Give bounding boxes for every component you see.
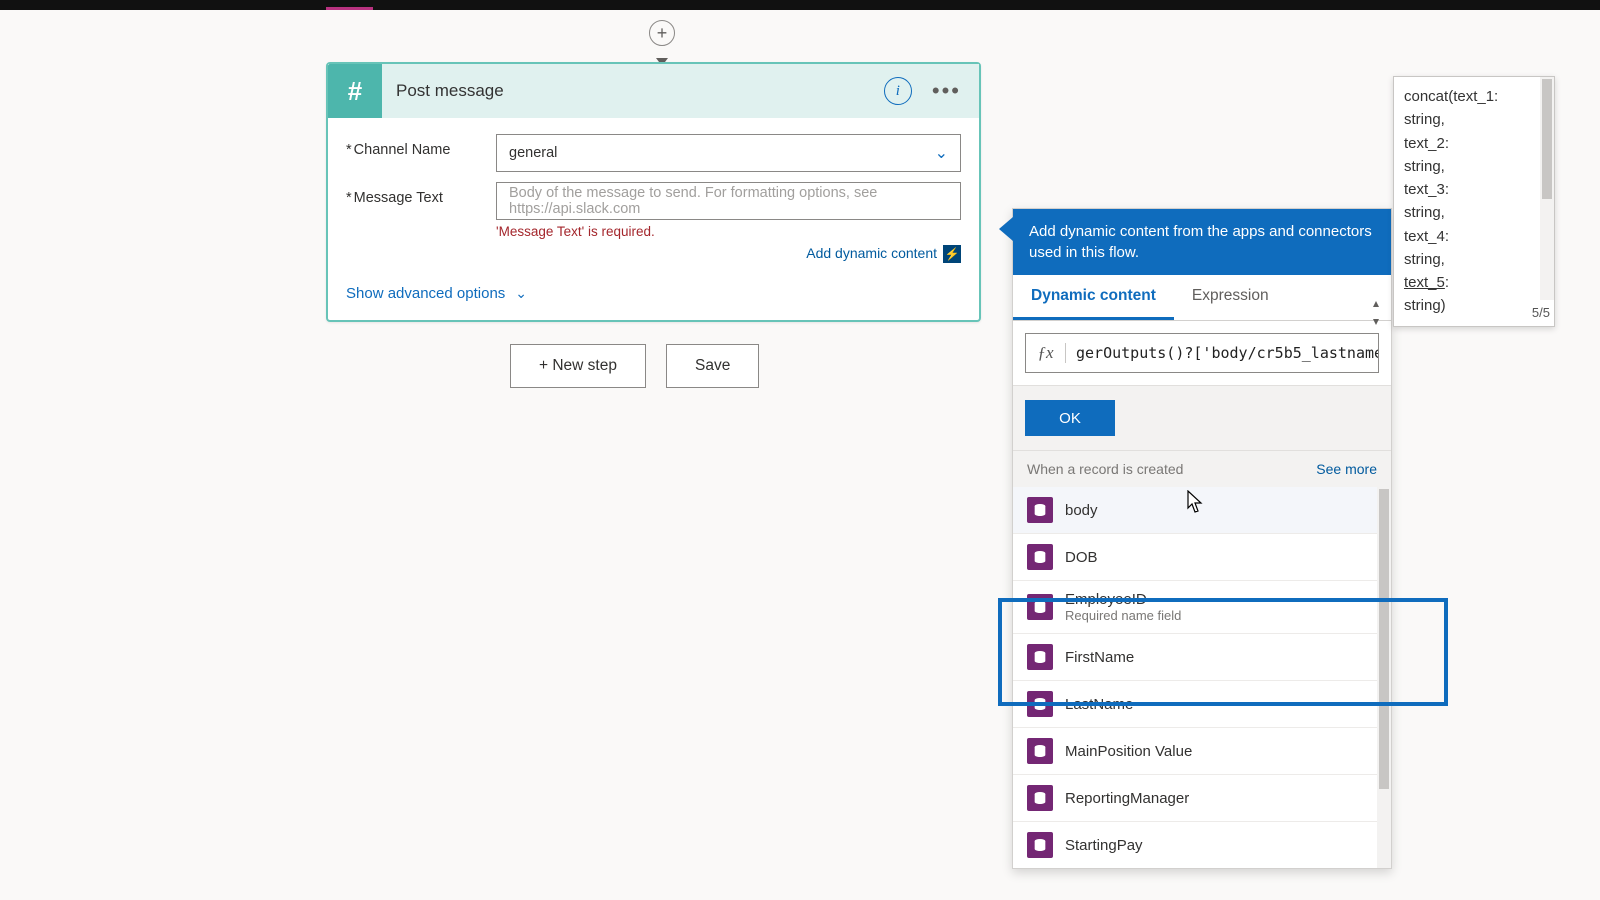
card-menu-button[interactable]: ••• — [928, 78, 965, 104]
expression-input-row: ƒx gerOutputs()?['body/cr5b5_lastname'],… — [1025, 333, 1379, 373]
expression-input[interactable]: gerOutputs()?['body/cr5b5_lastname'], ) — [1066, 344, 1378, 362]
dataverse-icon — [1027, 832, 1053, 858]
dynamic-item-lastname[interactable]: LastName — [1013, 681, 1391, 728]
tooltip-scrollbar[interactable] — [1540, 77, 1554, 300]
message-text-input[interactable]: Body of the message to send. For formatt… — [496, 182, 961, 220]
tooltip-line: string, — [1404, 248, 1544, 271]
field-row-message: *Message Text Body of the message to sen… — [346, 182, 961, 263]
browser-top-bar — [0, 0, 1600, 10]
channel-select[interactable]: general ⌄ — [496, 134, 961, 172]
dataverse-icon — [1027, 594, 1053, 620]
info-icon[interactable]: i — [884, 77, 912, 105]
item-label: body — [1065, 502, 1098, 519]
tab-dynamic-content[interactable]: Dynamic content — [1013, 275, 1174, 320]
tooltip-line: concat(text_1: — [1404, 85, 1544, 108]
tooltip-line: string, — [1404, 155, 1544, 178]
scrollbar-thumb[interactable] — [1379, 489, 1389, 789]
item-label: MainPosition Value — [1065, 743, 1192, 760]
flyout-tabs: Dynamic content Expression — [1013, 275, 1391, 321]
plus-icon[interactable]: + — [649, 20, 675, 46]
item-label: LastName — [1065, 696, 1133, 713]
dynamic-group-header: When a record is created See more — [1013, 451, 1391, 487]
save-button[interactable]: Save — [666, 344, 759, 388]
insert-step-connector[interactable]: + — [649, 20, 675, 64]
dynamic-item-body[interactable]: body — [1013, 487, 1391, 534]
dataverse-icon — [1027, 544, 1053, 570]
slack-icon: # — [328, 64, 382, 118]
new-step-button[interactable]: + New step — [510, 344, 646, 388]
arrow-down-icon — [661, 46, 663, 60]
tooltip-line: text_2: — [1404, 132, 1544, 155]
dynamic-item-mainposition[interactable]: MainPosition Value — [1013, 728, 1391, 775]
action-card-post-message: # Post message i ••• *Channel Name gener… — [326, 62, 981, 322]
dataverse-icon — [1027, 691, 1053, 717]
tab-expression[interactable]: Expression — [1174, 275, 1287, 320]
dataverse-icon — [1027, 738, 1053, 764]
tooltip-line: text_5: — [1404, 271, 1544, 294]
dataverse-icon — [1027, 644, 1053, 670]
item-label: StartingPay — [1065, 837, 1143, 854]
flow-footer-buttons: + New step Save — [510, 344, 759, 388]
card-header[interactable]: # Post message i ••• — [328, 64, 979, 118]
tooltip-line: text_3: — [1404, 178, 1544, 201]
chevron-down-icon: ⌄ — [515, 285, 527, 302]
item-sublabel: Required name field — [1065, 608, 1181, 623]
ok-row: OK — [1013, 385, 1391, 451]
flyout-header: Add dynamic content from the apps and co… — [1013, 209, 1391, 275]
dynamic-item-startingpay[interactable]: StartingPay — [1013, 822, 1391, 868]
channel-selected-value: general — [509, 145, 557, 161]
fx-icon: ƒx — [1026, 343, 1066, 363]
add-dynamic-content-link[interactable]: Add dynamic content⚡ — [496, 245, 961, 263]
expression-intellisense-tooltip: concat(text_1: string, text_2: string, t… — [1393, 76, 1555, 327]
tooltip-scroll-thumb[interactable] — [1542, 79, 1552, 199]
dynamic-item-employeeid[interactable]: EmployeeIDRequired name field — [1013, 581, 1391, 634]
message-placeholder: Body of the message to send. For formatt… — [509, 185, 948, 217]
tooltip-counter: 5/5 — [1530, 303, 1552, 323]
message-error-text: 'Message Text' is required. — [496, 224, 961, 239]
card-title: Post message — [382, 81, 884, 101]
dynamic-content-flyout: Add dynamic content from the apps and co… — [1012, 208, 1392, 869]
dynamic-item-reportingmanager[interactable]: ReportingManager — [1013, 775, 1391, 822]
dynamic-item-dob[interactable]: DOB — [1013, 534, 1391, 581]
tooltip-line: string) — [1404, 294, 1544, 317]
tooltip-line: string, — [1404, 201, 1544, 224]
see-more-link[interactable]: See more — [1316, 461, 1377, 477]
dynamic-content-badge-icon: ⚡ — [943, 245, 961, 263]
dynamic-item-firstname[interactable]: FirstName — [1013, 634, 1391, 681]
ok-button[interactable]: OK — [1025, 400, 1115, 436]
chevron-down-icon: ⌄ — [935, 143, 948, 163]
channel-label: *Channel Name — [346, 134, 496, 158]
dynamic-items-list: body DOB EmployeeIDRequired name field F… — [1013, 487, 1391, 868]
item-label: ReportingManager — [1065, 790, 1189, 807]
item-label: FirstName — [1065, 649, 1134, 666]
scrollbar-track[interactable] — [1377, 487, 1391, 868]
item-label: EmployeeID — [1065, 591, 1181, 608]
dataverse-icon — [1027, 497, 1053, 523]
show-advanced-options[interactable]: Show advanced options⌄ — [346, 285, 961, 302]
item-label: DOB — [1065, 549, 1098, 566]
flyout-pointer-icon — [999, 217, 1013, 241]
field-row-channel: *Channel Name general ⌄ — [346, 134, 961, 172]
tooltip-line: string, — [1404, 108, 1544, 131]
dataverse-icon — [1027, 785, 1053, 811]
message-label: *Message Text — [346, 182, 496, 206]
tooltip-line: text_4: — [1404, 225, 1544, 248]
scroll-spinner-icon[interactable] — [1369, 301, 1383, 331]
group-title: When a record is created — [1027, 461, 1183, 477]
